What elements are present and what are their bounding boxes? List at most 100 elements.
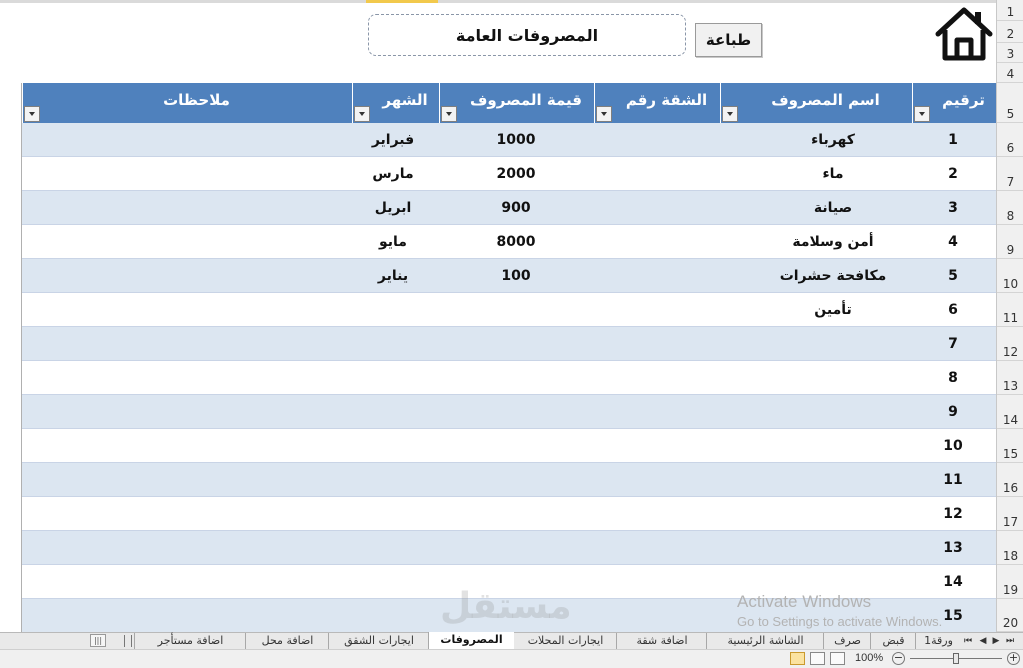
tab-split-handle[interactable] <box>124 635 132 647</box>
filter-dropdown-icon[interactable] <box>354 106 370 122</box>
row-header[interactable]: 16 <box>997 463 1023 497</box>
row-header[interactable]: 9 <box>997 225 1023 259</box>
column-header-strip <box>0 0 997 3</box>
table-row[interactable]: 4 أمن وسلامة 8000 مايو <box>22 225 996 259</box>
row-headers: 1 2 3 4 5 6 7 8 9 10 11 12 13 14 15 16 17 18 19 20 <box>996 0 1023 632</box>
sheet-tab[interactable]: ايجارات المحلات <box>513 633 617 649</box>
last-sheet-nav-icon[interactable]: ⏭ <box>1004 634 1016 648</box>
cell-expense-name[interactable]: صيانة <box>753 191 913 225</box>
cell-number[interactable]: 12 <box>873 497 997 531</box>
row-header[interactable]: 6 <box>997 123 1023 157</box>
cell-number[interactable]: 10 <box>873 429 997 463</box>
header-label: الشهر <box>382 91 428 109</box>
table-row[interactable]: 9 <box>22 395 996 429</box>
site-watermark: مستقل <box>440 586 572 627</box>
spreadsheet-area[interactable]: المصروفات العامة طباعة ترقيم اسم المصروف ا… <box>0 0 997 632</box>
row-header[interactable]: 12 <box>997 327 1023 361</box>
table-row[interactable]: 8 <box>22 361 996 395</box>
zoom-in-icon[interactable]: + <box>1007 652 1020 665</box>
row-header[interactable]: 13 <box>997 361 1023 395</box>
activate-title: Activate Windows <box>737 592 872 611</box>
cell-month[interactable]: فبراير <box>313 123 473 157</box>
sheet-tab[interactable]: صرف <box>823 633 871 649</box>
header-col-month: الشهر <box>352 83 439 123</box>
filter-dropdown-icon[interactable] <box>914 106 930 122</box>
table-row[interactable]: 3 صيانة 900 ابريل <box>22 191 996 225</box>
zoom-slider-thumb[interactable] <box>953 653 959 664</box>
cell-expense-name[interactable]: مكافحة حشرات <box>753 259 913 293</box>
row-header[interactable]: 19 <box>997 565 1023 599</box>
cell-month[interactable]: مايو <box>313 225 473 259</box>
row-header[interactable]: 18 <box>997 531 1023 565</box>
selected-column-highlight <box>366 0 438 3</box>
cell-number[interactable]: 8 <box>873 361 997 395</box>
cell-expense-name[interactable]: كهرباء <box>753 123 913 157</box>
row-header[interactable]: 14 <box>997 395 1023 429</box>
print-button-label: طباعة <box>705 31 752 49</box>
sheet-tab[interactable]: قبض <box>870 633 916 649</box>
sheet-tab[interactable]: الشاشة الرئيسية <box>706 633 824 649</box>
page-break-view-icon[interactable] <box>830 652 845 665</box>
page-title-box: المصروفات العامة <box>368 14 686 56</box>
sheet-tab[interactable]: ورقة1 <box>915 633 961 649</box>
filter-dropdown-icon[interactable] <box>596 106 612 122</box>
page-layout-view-icon[interactable] <box>810 652 825 665</box>
cell-expense-name[interactable]: تأمين <box>753 293 913 327</box>
row-header[interactable]: 4 <box>997 63 1023 83</box>
prev-sheet-nav-icon[interactable]: ◀ <box>977 634 989 648</box>
row-header[interactable]: 3 <box>997 43 1023 63</box>
table-row[interactable]: 7 <box>22 327 996 361</box>
sheet-tab[interactable]: اضافة شقة <box>616 633 707 649</box>
table-row[interactable]: 5 مكافحة حشرات 100 يناير <box>22 259 996 293</box>
table-row[interactable]: 1 كهرباء 1000 فبراير <box>22 123 996 157</box>
cell-number[interactable]: 13 <box>873 531 997 565</box>
row-header[interactable]: 1 <box>997 0 1023 21</box>
cell-expense-name[interactable]: أمن وسلامة <box>753 225 913 259</box>
row-header[interactable]: 10 <box>997 259 1023 293</box>
filter-dropdown-icon[interactable] <box>722 106 738 122</box>
header-label: قيمة المصروف <box>469 91 582 109</box>
table-row[interactable]: 2 ماء 2000 مارس <box>22 157 996 191</box>
sheet-tab[interactable]: اضافة مستأجر <box>134 633 246 649</box>
header-col-amount: قيمة المصروف <box>439 83 594 123</box>
row-header[interactable]: 2 <box>997 21 1023 43</box>
table-row[interactable]: 13 <box>22 531 996 565</box>
filter-dropdown-icon[interactable] <box>24 106 40 122</box>
activate-subtitle: Go to Settings to activate Windows. <box>737 614 943 629</box>
cell-month[interactable]: يناير <box>313 259 473 293</box>
cell-month[interactable]: مارس <box>313 157 473 191</box>
table-row[interactable]: 6 تأمين <box>22 293 996 327</box>
print-button[interactable]: طباعة <box>695 23 762 57</box>
header-label: الشقة رقم <box>625 91 708 109</box>
table-row[interactable]: 12 <box>22 497 996 531</box>
table-row[interactable]: 10 <box>22 429 996 463</box>
row-header[interactable]: 5 <box>997 83 1023 123</box>
row-header[interactable]: 8 <box>997 191 1023 225</box>
zoom-level: 100% <box>855 652 884 664</box>
normal-view-icon[interactable] <box>790 652 805 665</box>
sheet-tab[interactable]: اضافة محل <box>245 633 329 649</box>
row-header[interactable]: 20 <box>997 599 1023 632</box>
tab-scroll-handle[interactable]: ||| <box>90 634 106 647</box>
sheet-tab[interactable]: ايجارات الشقق <box>328 633 429 649</box>
table-row[interactable]: 11 <box>22 463 996 497</box>
cell-number[interactable]: 11 <box>873 463 997 497</box>
row-header[interactable]: 7 <box>997 157 1023 191</box>
header-col-expense-name: اسم المصروف <box>720 83 912 123</box>
header-col-number: ترقيم <box>912 83 996 123</box>
filter-dropdown-icon[interactable] <box>441 106 457 122</box>
next-sheet-nav-icon[interactable]: ▶ <box>990 634 1002 648</box>
page-title: المصروفات العامة <box>455 25 599 45</box>
cell-number[interactable]: 7 <box>873 327 997 361</box>
row-header[interactable]: 11 <box>997 293 1023 327</box>
status-bar: 100% − + <box>0 649 1023 668</box>
home-icon[interactable] <box>934 6 994 62</box>
cell-number[interactable]: 9 <box>873 395 997 429</box>
zoom-out-icon[interactable]: − <box>892 652 905 665</box>
header-col-notes: ملاحظات <box>22 83 352 123</box>
row-header[interactable]: 15 <box>997 429 1023 463</box>
cell-expense-name[interactable]: ماء <box>753 157 913 191</box>
row-header[interactable]: 17 <box>997 497 1023 531</box>
first-sheet-nav-icon[interactable]: ⏮ <box>962 634 974 648</box>
cell-month[interactable]: ابريل <box>313 191 473 225</box>
